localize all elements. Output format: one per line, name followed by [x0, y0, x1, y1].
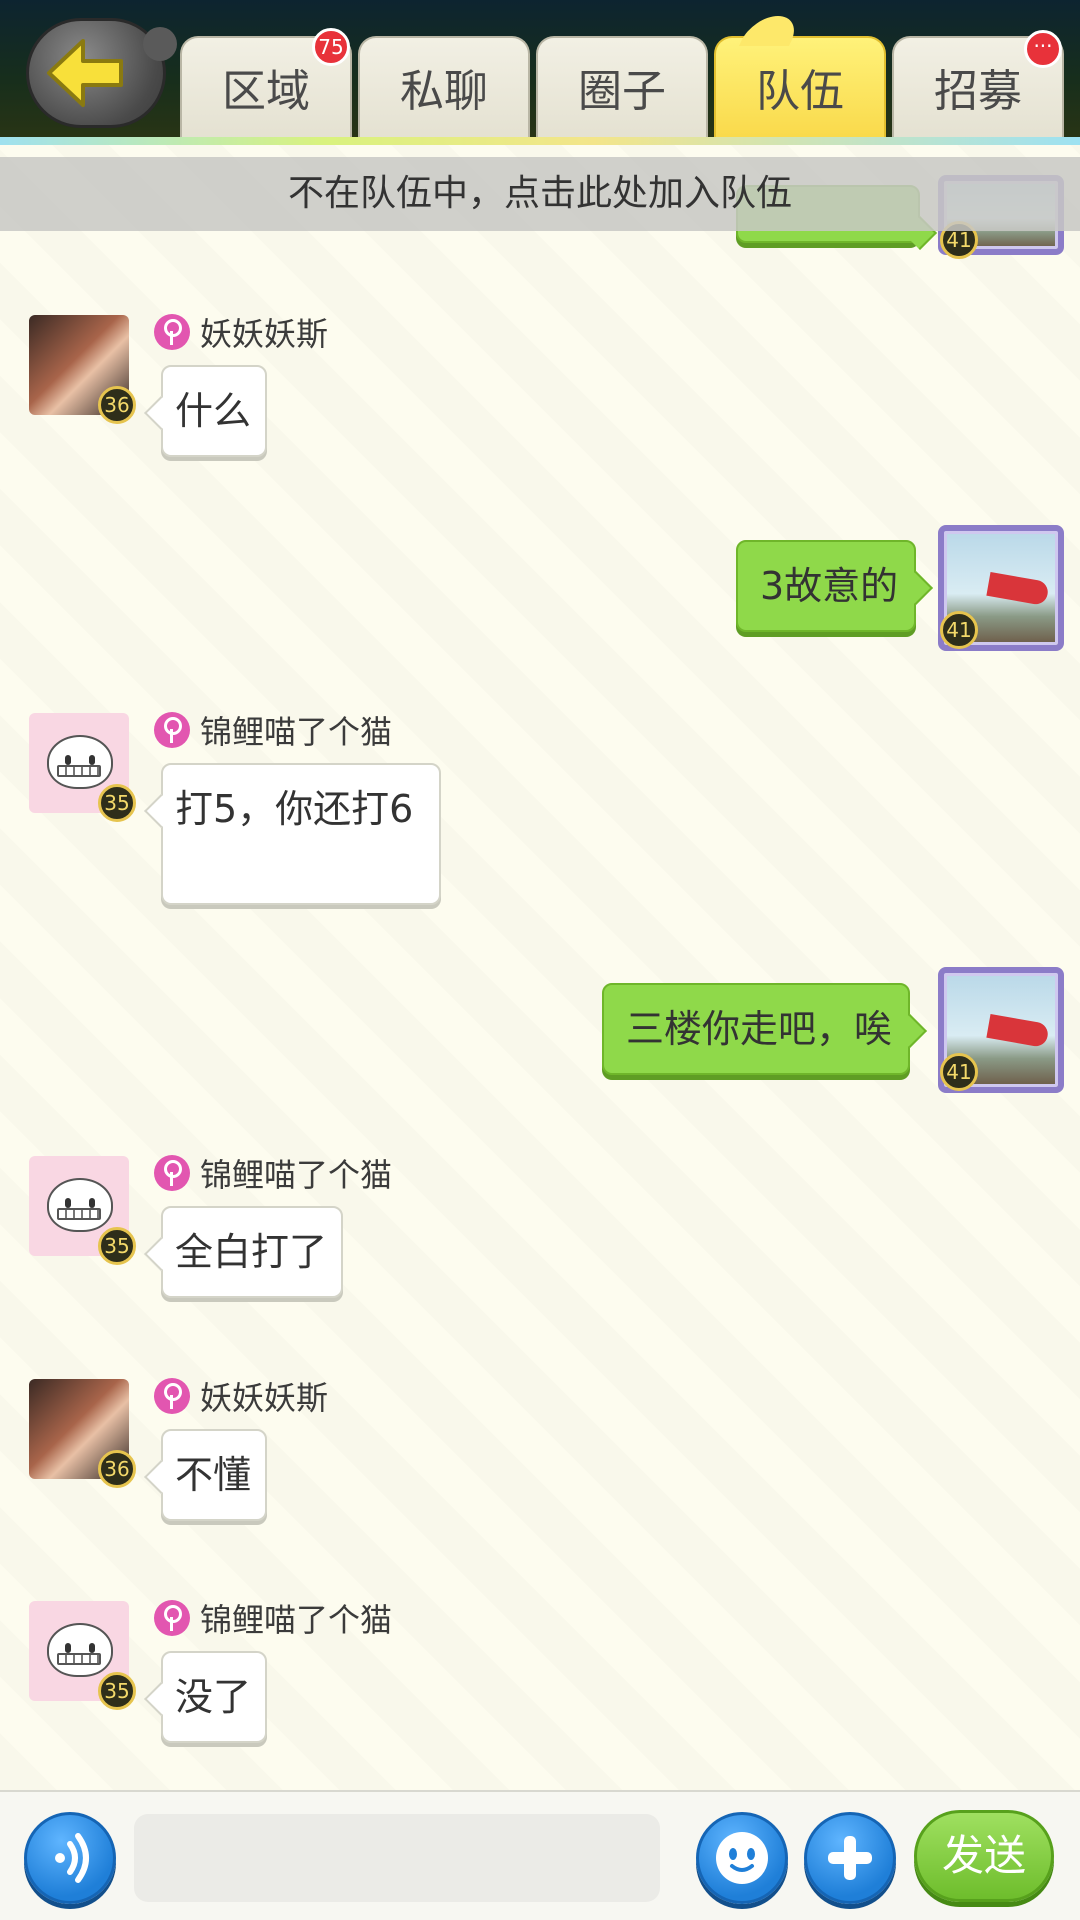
cat-face [47, 1623, 113, 1677]
cat-teeth [57, 765, 101, 777]
emoji-icon [716, 1832, 768, 1884]
plus-icon [828, 1836, 872, 1880]
cat-face [47, 1178, 113, 1232]
tab-region-badge: 75 [312, 28, 350, 66]
message-input[interactable] [134, 1814, 660, 1902]
female-icon [154, 1600, 190, 1636]
input-bar: 发送 [0, 1790, 1080, 1920]
chat-area[interactable]: 41 36 妖妖妖斯 什么 3故意的 41 35 锦鲤喵了个猫 打5，你还打6 … [0, 145, 1080, 1790]
add-button[interactable] [804, 1812, 896, 1904]
voice-icon [55, 1833, 89, 1883]
back-arrow-icon [47, 39, 123, 107]
female-icon [154, 712, 190, 748]
level-badge: 41 [940, 1053, 978, 1091]
top-bar-divider [0, 137, 1080, 145]
female-icon [154, 314, 190, 350]
sender-name-row: 锦鲤喵了个猫 [154, 1598, 393, 1639]
tab-team[interactable]: 队伍 [714, 36, 886, 140]
tab-label: 私聊 [400, 66, 488, 117]
hero-cape [986, 1013, 1050, 1049]
tab-label: 圈子 [578, 66, 666, 117]
sender-name-row: 锦鲤喵了个猫 [154, 710, 393, 751]
level-badge: 36 [98, 1450, 136, 1488]
cat-teeth [57, 1208, 101, 1220]
sender-name-row: 妖妖妖斯 [154, 1376, 329, 1417]
message-bubble[interactable]: 没了 [161, 1651, 268, 1743]
sender-name: 妖妖妖斯 [200, 1379, 329, 1417]
back-button[interactable] [26, 18, 177, 128]
message-bubble[interactable]: 全白打了 [161, 1206, 344, 1298]
sender-name: 锦鲤喵了个猫 [200, 1601, 393, 1639]
sender-name-row: 锦鲤喵了个猫 [154, 1153, 393, 1194]
level-badge: 35 [98, 784, 136, 822]
cat-face [47, 735, 113, 789]
join-team-notice[interactable]: 不在队伍中，点击此处加入队伍 [0, 157, 1080, 231]
emoji-button[interactable] [696, 1812, 788, 1904]
send-button[interactable]: 发送 [914, 1810, 1054, 1902]
level-badge: 35 [98, 1672, 136, 1710]
tab-label: 队伍 [756, 66, 844, 117]
sender-name: 锦鲤喵了个猫 [200, 1156, 393, 1194]
sender-name-row: 妖妖妖斯 [154, 312, 329, 353]
level-badge: 36 [98, 386, 136, 424]
tab-label: 招募 [934, 66, 1022, 117]
message-bubble[interactable]: 不懂 [161, 1429, 268, 1521]
tab-private-chat[interactable]: 私聊 [358, 36, 530, 140]
voice-button[interactable] [24, 1812, 116, 1904]
cat-teeth [57, 1653, 101, 1665]
female-icon [154, 1378, 190, 1414]
sender-name: 锦鲤喵了个猫 [200, 713, 393, 751]
tab-recruit-badge: ··· [1024, 30, 1062, 68]
message-bubble[interactable]: 什么 [161, 365, 268, 457]
tab-circle[interactable]: 圈子 [536, 36, 708, 140]
my-message-bubble[interactable]: 3故意的 [736, 540, 917, 632]
my-message-bubble[interactable]: 三楼你走吧，唉 [602, 983, 911, 1075]
level-badge: 35 [98, 1227, 136, 1265]
female-icon [154, 1155, 190, 1191]
tab-label: 区域 [222, 66, 310, 117]
sender-name: 妖妖妖斯 [200, 315, 329, 353]
top-bar: 区域 75 私聊 圈子 队伍 招募 ··· [0, 0, 1080, 143]
hero-cape [986, 571, 1050, 607]
message-bubble[interactable]: 打5，你还打6 [161, 763, 441, 905]
level-badge: 41 [940, 611, 978, 649]
